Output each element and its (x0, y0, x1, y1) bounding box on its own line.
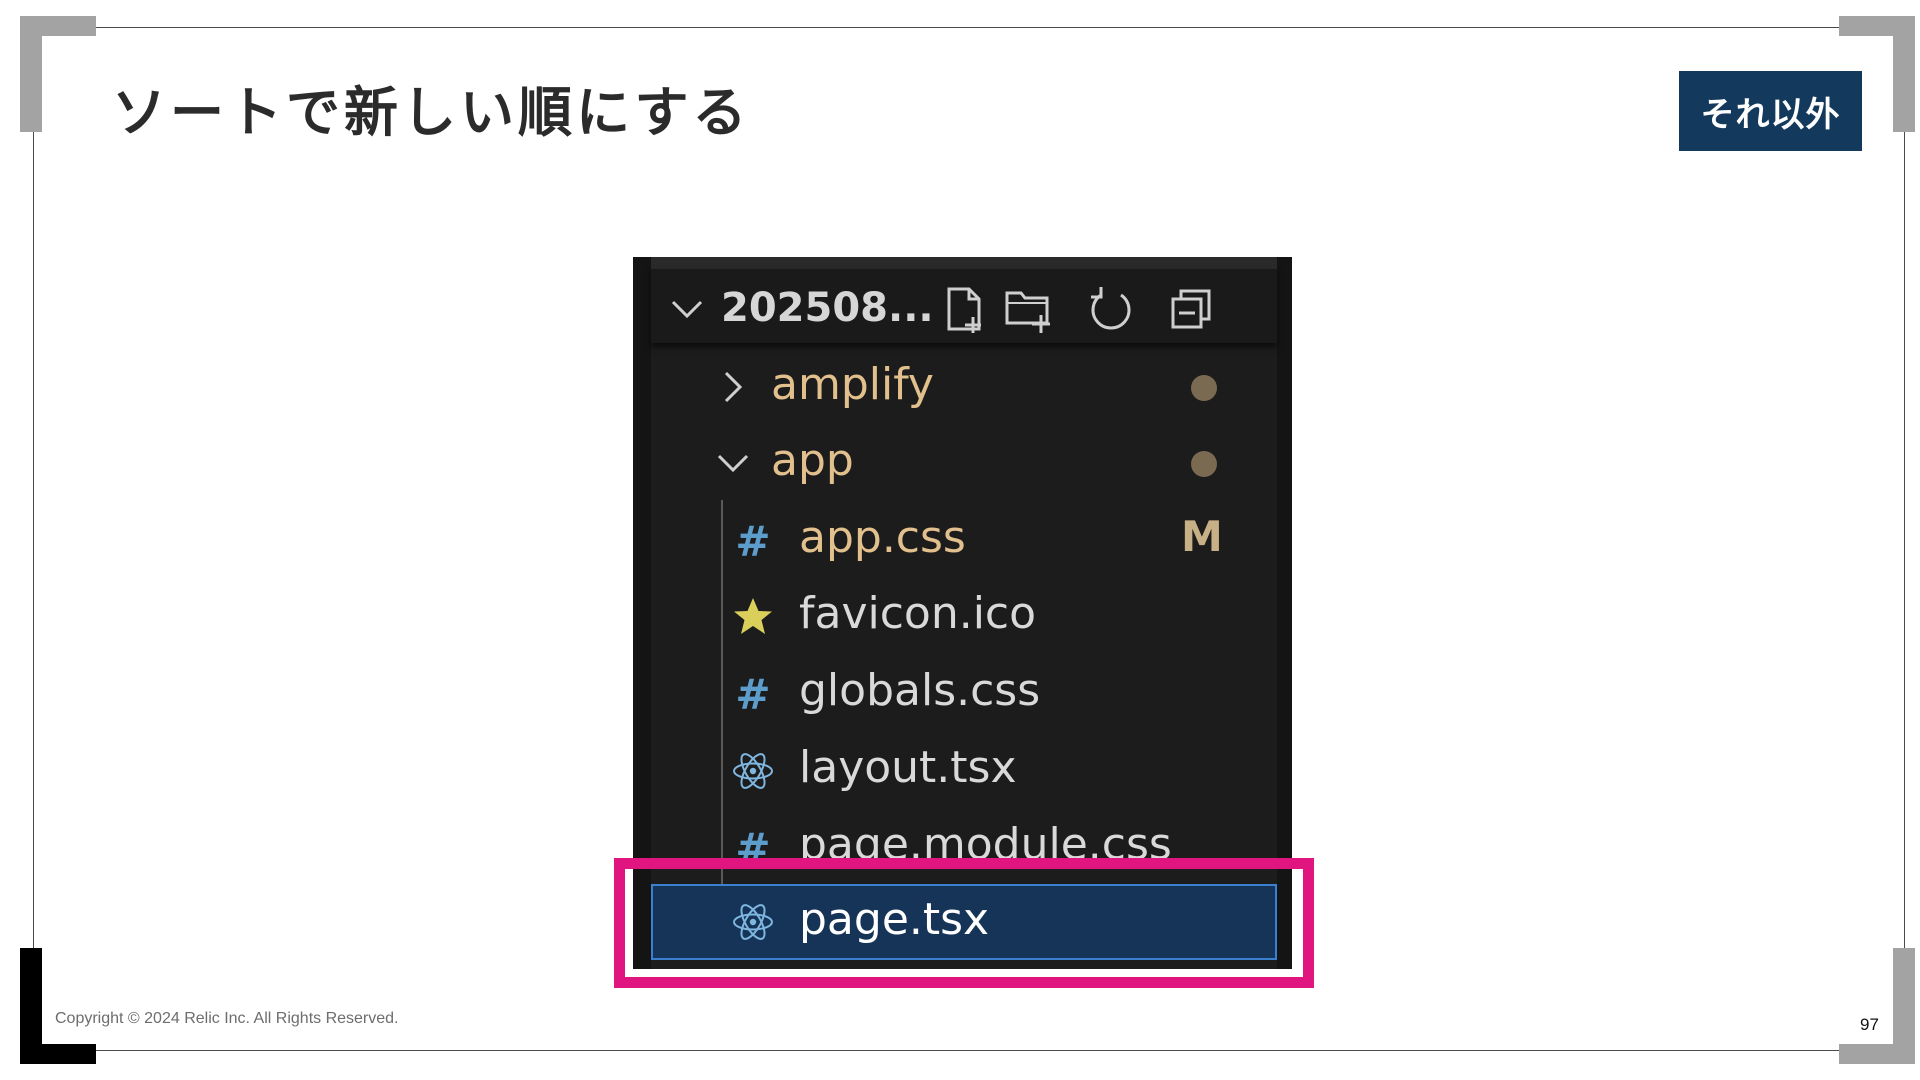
star-icon (734, 598, 772, 634)
corner-bracket-top-left (20, 16, 42, 132)
explorer-top-edge (651, 257, 1277, 269)
explorer-header[interactable]: 202508... (651, 269, 1277, 343)
new-folder-icon[interactable] (1003, 283, 1055, 335)
git-modified-badge: M (1181, 512, 1223, 561)
react-icon (733, 753, 773, 789)
chevron-right-icon[interactable] (715, 369, 751, 405)
tree-item-label: app (771, 435, 854, 486)
chevron-down-icon[interactable] (669, 291, 705, 327)
tree-item-label: app.css (799, 512, 966, 563)
corner-bracket-top-right (1893, 16, 1915, 132)
corner-bracket-bottom-right (1893, 948, 1915, 1064)
tree-item-favicon[interactable]: favicon.ico (651, 580, 1277, 652)
tree-item-app-css[interactable]: # app.css M (651, 504, 1277, 576)
css-file-icon: # (735, 516, 771, 566)
tree-item-app[interactable]: app (651, 427, 1277, 499)
chevron-down-icon[interactable] (715, 445, 751, 481)
tree-item-label: favicon.ico (799, 588, 1037, 639)
tree-item-amplify[interactable]: amplify (651, 351, 1277, 423)
collapse-all-icon[interactable] (1167, 283, 1219, 335)
slide-title: ソートで新しい順にする (112, 81, 751, 144)
git-change-dot (1191, 451, 1217, 477)
tree-item-label: globals.css (799, 665, 1041, 716)
tree-item-globals-css[interactable]: # globals.css (651, 657, 1277, 729)
category-badge: それ以外 (1679, 71, 1862, 151)
tree-item-label: layout.tsx (799, 742, 1017, 793)
highlight-box (614, 858, 1314, 988)
page-number: 97 (1860, 1015, 1879, 1034)
copyright-text: Copyright © 2024 Relic Inc. All Rights R… (55, 1010, 399, 1027)
refresh-icon[interactable] (1085, 283, 1137, 335)
tree-item-layout-tsx[interactable]: layout.tsx (651, 734, 1277, 806)
corner-bracket-bottom-left (20, 948, 42, 1064)
git-change-dot (1191, 375, 1217, 401)
tree-item-label: amplify (771, 359, 934, 410)
new-file-icon[interactable] (939, 283, 991, 335)
workspace-folder-title[interactable]: 202508... (721, 285, 934, 331)
css-file-icon: # (735, 669, 771, 719)
